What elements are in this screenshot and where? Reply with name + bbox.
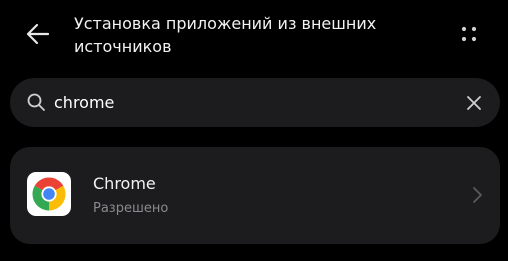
app-status: Разрешено — [93, 201, 169, 216]
arrow-left-icon — [26, 23, 50, 45]
chrome-logo-icon — [32, 177, 66, 211]
search-bar[interactable] — [10, 78, 500, 127]
more-vertical-icon — [461, 26, 477, 42]
list-item[interactable]: Chrome Разрешено — [10, 147, 500, 244]
page-title: Установка приложений из внешних источник… — [74, 14, 377, 56]
search-icon — [27, 93, 45, 111]
app-header: Установка приложений из внешних источник… — [0, 0, 508, 70]
search-input[interactable] — [54, 90, 454, 114]
app-name: Chrome — [93, 174, 156, 193]
chevron-right-icon — [473, 187, 482, 203]
app-icon — [27, 172, 71, 216]
back-button[interactable] — [22, 18, 54, 50]
clear-search-button[interactable] — [462, 91, 486, 115]
more-options-button[interactable] — [452, 18, 486, 50]
close-icon — [467, 96, 481, 110]
